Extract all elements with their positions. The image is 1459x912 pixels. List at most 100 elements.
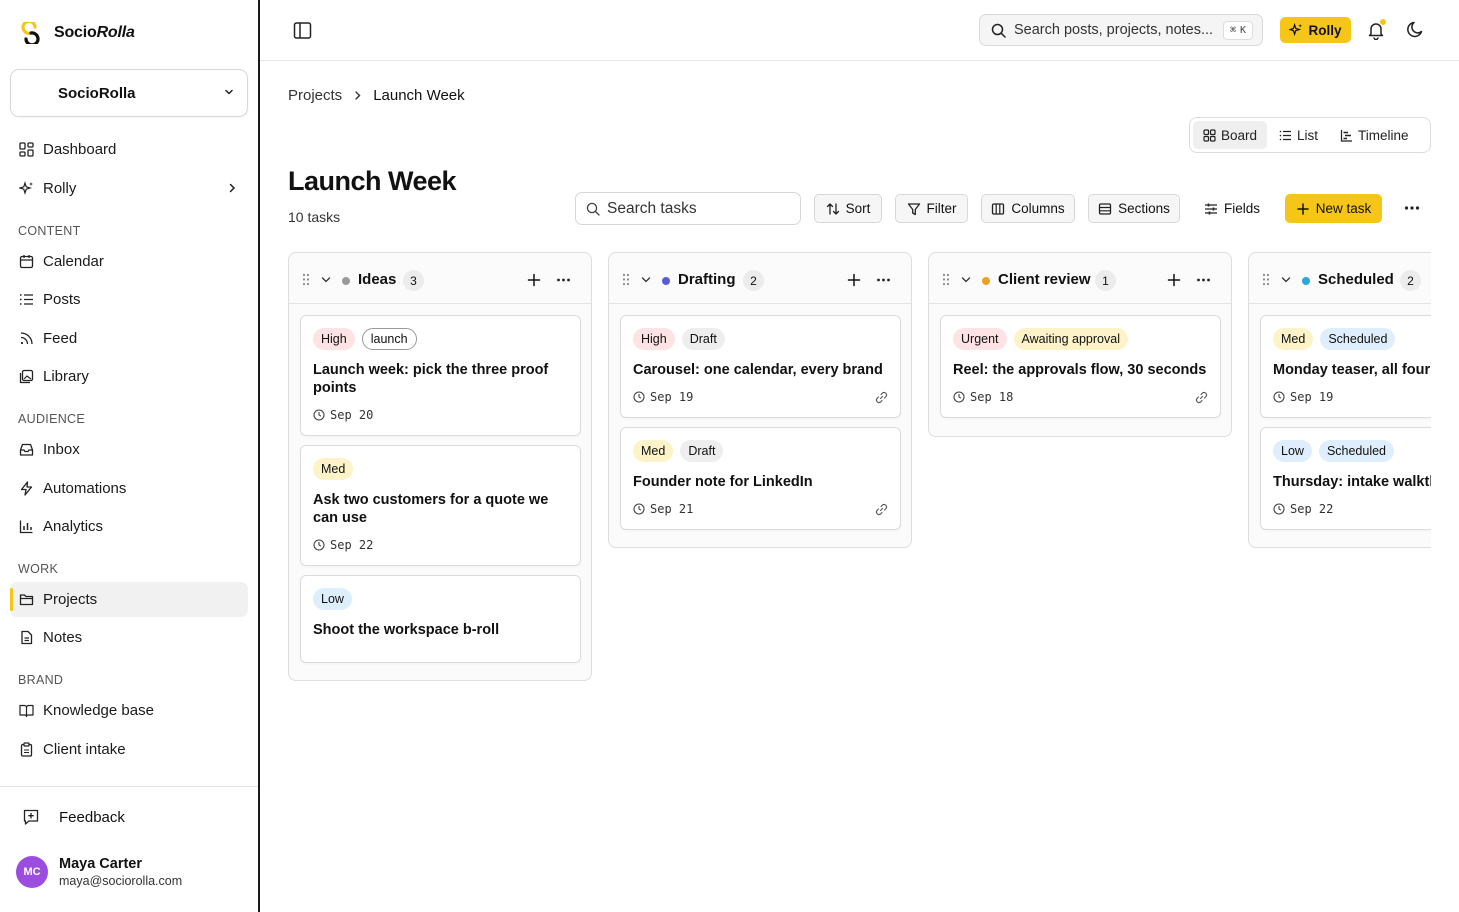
plus-icon[interactable] [1167, 273, 1181, 287]
task-card[interactable]: Med Draft Founder note for LinkedIn Sep … [620, 427, 901, 530]
nav-rolly[interactable]: Rolly [10, 171, 248, 206]
nav-knowledge-base[interactable]: Knowledge base [10, 693, 248, 728]
list-icon [1279, 130, 1292, 140]
global-search-input[interactable]: Search posts, projects, notes... ⌘ K [979, 14, 1263, 46]
user-name: Maya Carter [59, 856, 143, 872]
clock-icon [313, 539, 325, 551]
nav-posts[interactable]: Posts [10, 282, 248, 317]
sections-label: Sections [1118, 201, 1170, 216]
nav-label: Client intake [43, 741, 126, 758]
search-tasks-input[interactable]: Search tasks [575, 192, 801, 225]
chevron-down-icon[interactable] [641, 275, 651, 285]
card-due-date: Sep 18 [953, 390, 1013, 404]
card-tags: Urgent Awaiting approval [953, 328, 1128, 350]
moon-icon[interactable] [1406, 20, 1425, 39]
status-badge: Draft [680, 440, 724, 462]
nav-dashboard[interactable]: Dashboard [10, 132, 248, 167]
tab-board[interactable]: Board [1193, 121, 1268, 149]
drag-handle-icon[interactable] [942, 273, 950, 286]
sidebar-toggle-icon[interactable] [293, 21, 312, 40]
nav-notes[interactable]: Notes [10, 620, 248, 655]
user-profile[interactable]: MC Maya Carter maya@sociorolla.com [16, 856, 182, 888]
drag-handle-icon[interactable] [302, 273, 310, 286]
chevron-down-icon[interactable] [321, 275, 331, 285]
card-tags: Low [313, 588, 352, 610]
nav-label: Analytics [43, 518, 104, 535]
link-icon[interactable] [875, 391, 888, 404]
tab-list[interactable]: List [1269, 121, 1328, 149]
rolly-button[interactable]: Rolly [1280, 17, 1351, 43]
tab-timeline-label: Timeline [1358, 127, 1409, 143]
nav-label: Calendar [43, 253, 104, 270]
fields-button[interactable]: Fields [1193, 194, 1271, 223]
search-icon [586, 202, 600, 216]
plus-icon[interactable] [847, 273, 861, 287]
chevron-down-icon[interactable] [1281, 275, 1291, 285]
link-icon[interactable] [1195, 391, 1208, 404]
column-client-review: Client review 1 Urgent Awaiting approval… [928, 252, 1232, 437]
sort-button[interactable]: Sort [814, 194, 882, 223]
columns-button[interactable]: Columns [981, 194, 1075, 223]
nav-label: Automations [43, 480, 127, 497]
more-options-icon[interactable] [1196, 275, 1211, 285]
nav-inbox[interactable]: Inbox [10, 432, 248, 467]
more-options-icon[interactable] [876, 275, 891, 285]
task-card[interactable]: Med Scheduled Monday teaser, all four Se… [1260, 315, 1431, 418]
drag-handle-icon[interactable] [1262, 273, 1270, 286]
task-card[interactable]: High Draft Carousel: one calendar, every… [620, 315, 901, 418]
nav-projects[interactable]: Projects [10, 582, 248, 617]
card-title: Ask two customers for a quote we can use [313, 492, 549, 526]
column-scheduled: Scheduled 2 Med Scheduled Monday teaser,… [1248, 252, 1431, 548]
workspace-name: SocioRolla [58, 84, 136, 102]
book-open-icon [19, 704, 34, 718]
sidebar: SocioRolla SocioRolla Dashboard Rolly CO… [0, 0, 260, 912]
more-options-icon[interactable] [556, 275, 571, 285]
task-card[interactable]: Med Ask two customers for a quote we can… [300, 445, 581, 566]
link-icon[interactable] [875, 503, 888, 516]
tab-timeline[interactable]: Timeline [1330, 121, 1419, 149]
nav-section-brand: BRAND [18, 673, 64, 687]
grid-icon [19, 142, 34, 157]
filter-button[interactable]: Filter [895, 194, 968, 223]
clock-icon [1273, 503, 1285, 515]
brand[interactable]: SocioRolla [20, 22, 135, 44]
nav-automations[interactable]: Automations [10, 471, 248, 506]
task-card[interactable]: High launch Launch week: pick the three … [300, 315, 581, 436]
plus-icon[interactable] [527, 273, 541, 287]
card-tags: Med Draft [633, 440, 724, 462]
card-tags: Med Scheduled [1273, 328, 1396, 350]
inbox-icon [19, 443, 34, 456]
more-options-icon[interactable] [1402, 199, 1422, 217]
priority-badge: Urgent [953, 328, 1007, 350]
sections-button[interactable]: Sections [1088, 194, 1180, 223]
grid-icon [1203, 128, 1216, 142]
tab-list-label: List [1297, 127, 1319, 143]
drag-handle-icon[interactable] [622, 273, 630, 286]
status-badge: Draft [681, 328, 725, 350]
priority-badge: High [633, 328, 675, 350]
task-card[interactable]: Low Scheduled Thursday: intake walkth Se… [1260, 427, 1431, 530]
feedback-button[interactable]: Feedback [22, 808, 125, 826]
priority-badge: Low [1273, 440, 1312, 462]
nav-calendar[interactable]: Calendar [10, 244, 248, 279]
chevron-down-icon[interactable] [961, 275, 971, 285]
task-card[interactable]: Urgent Awaiting approval Reel: the appro… [940, 315, 1221, 418]
sociorolla-logo-icon [21, 22, 40, 44]
priority-badge: Med [1273, 328, 1314, 350]
column-count: 1 [1095, 270, 1116, 291]
status-dot [342, 277, 350, 285]
task-count: 10 tasks [288, 209, 341, 225]
tab-board-label: Board [1221, 127, 1258, 143]
nav-client-intake[interactable]: Client intake [10, 732, 248, 767]
task-card[interactable]: Low Shoot the workspace b-roll [300, 575, 581, 663]
view-switcher: Board List Timeline [1189, 117, 1431, 153]
global-search-placeholder: Search posts, projects, notes... [1014, 22, 1214, 38]
breadcrumb-projects[interactable]: Projects [288, 87, 342, 104]
nav-feed[interactable]: Feed [10, 321, 248, 356]
column-name: Drafting [678, 271, 736, 288]
new-task-button[interactable]: New task [1285, 194, 1382, 223]
nav-analytics[interactable]: Analytics [10, 509, 248, 544]
column-name: Scheduled [1318, 271, 1394, 288]
workspace-switcher[interactable]: SocioRolla [10, 69, 248, 117]
nav-library[interactable]: Library [10, 359, 248, 394]
